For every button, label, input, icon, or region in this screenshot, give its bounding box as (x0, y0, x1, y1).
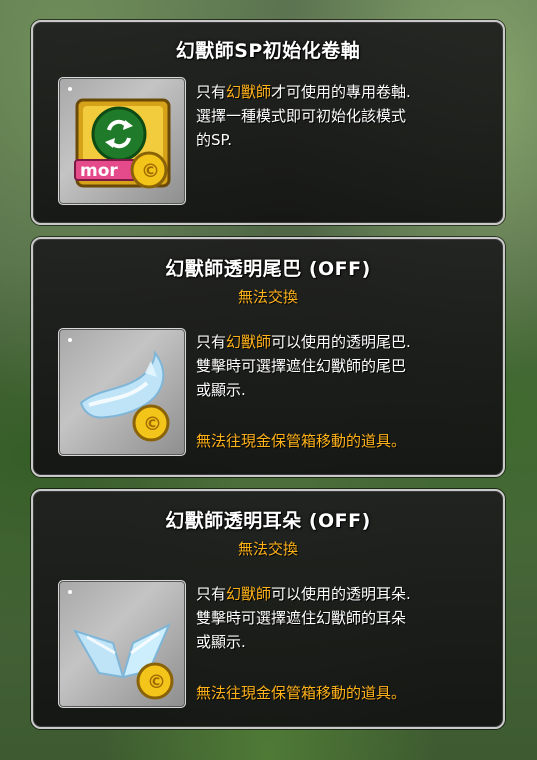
item-tooltip-sp-reset-scroll: 幻獸師SP初始化卷軸 mor © 只有幻獸師才可使用的專用卷軸. 選擇一種模式即… (31, 20, 505, 225)
desc-line1: 才可使用的專用卷軸. (271, 83, 411, 101)
svg-text:©: © (143, 413, 162, 435)
desc-highlight: 幻獸師 (226, 333, 272, 351)
transparent-tail-icon: © (79, 350, 170, 442)
desc-line1: 可以使用的透明尾巴. (271, 333, 411, 351)
item-title: 幻獸師透明尾巴 (OFF) (165, 258, 371, 280)
desc-line1: 可以使用的透明耳朵. (271, 585, 411, 603)
item-icon-frame: © (58, 580, 186, 708)
item-icon-frame: © (58, 328, 186, 456)
storage-restriction-note: 無法往現金保管箱移動的道具。 (196, 432, 407, 450)
desc-prefix: 只有 (196, 83, 227, 101)
transparent-ears-icon: © (72, 622, 174, 700)
desc-highlight: 幻獸師 (226, 585, 272, 603)
svg-text:©: © (147, 671, 166, 693)
desc-highlight: 幻獸師 (226, 83, 272, 101)
desc-line2: 雙擊時可選擇遮住幻獸師的尾巴 (196, 357, 407, 375)
desc-line3: 或顯示. (196, 633, 246, 651)
item-description: 只有幻獸師才可使用的專用卷軸. 選擇一種模式即可初始化該模式 的SP. (196, 80, 496, 152)
desc-line2: 雙擊時可選擇遮住幻獸師的耳朵 (196, 609, 407, 627)
svg-text:©: © (141, 160, 160, 182)
trade-status: 無法交換 (237, 288, 298, 306)
item-description: 只有幻獸師可以使用的透明耳朵. 雙擊時可選擇遮住幻獸師的耳朵 或顯示. (196, 582, 496, 654)
item-title: 幻獸師透明耳朵 (OFF) (165, 510, 371, 532)
desc-line2: 選擇一種模式即可初始化該模式 (196, 107, 407, 125)
desc-prefix: 只有 (196, 333, 227, 351)
item-icon-frame: mor © (58, 77, 186, 205)
item-tooltip-transparent-tail: 幻獸師透明尾巴 (OFF) 無法交換 © 只有幻獸師可以使用的透明尾巴. 雙擊時… (31, 237, 505, 477)
desc-line3: 或顯示. (196, 381, 246, 399)
storage-restriction-note: 無法往現金保管箱移動的道具。 (196, 684, 407, 702)
item-title: 幻獸師SP初始化卷軸 (175, 40, 361, 62)
item-description: 只有幻獸師可以使用的透明尾巴. 雙擊時可選擇遮住幻獸師的尾巴 或顯示. (196, 330, 496, 402)
sp-reset-scroll-icon: mor © (74, 98, 171, 189)
desc-line3: 的SP. (196, 131, 232, 149)
svg-text:mor: mor (80, 161, 118, 181)
trade-status: 無法交換 (237, 540, 298, 558)
item-tooltip-transparent-ears: 幻獸師透明耳朵 (OFF) 無法交換 © 只有幻獸師可以使用的透明耳朵. 雙擊時… (31, 489, 505, 729)
desc-prefix: 只有 (196, 585, 227, 603)
